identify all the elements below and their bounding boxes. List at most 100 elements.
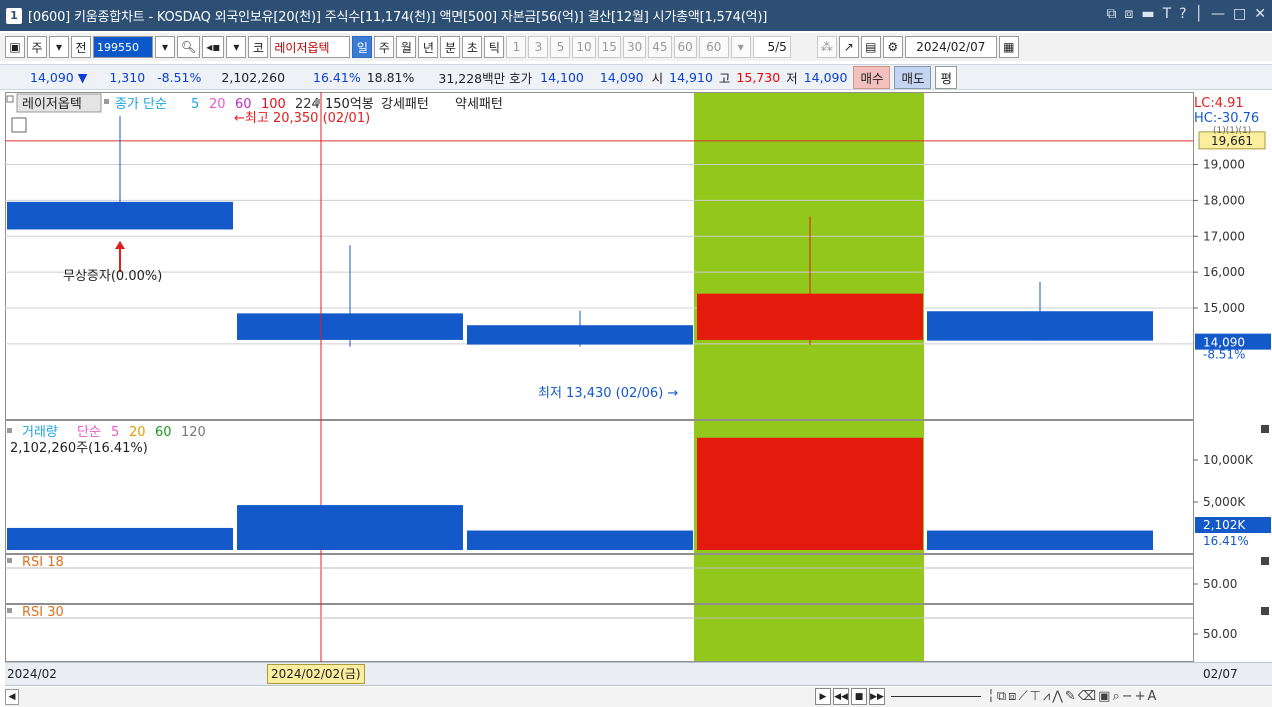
gear-icon[interactable]: ⚙ xyxy=(882,36,903,58)
interval-30-button[interactable]: 30 xyxy=(622,36,647,58)
search-icon[interactable]: 🔍︎ xyxy=(177,36,201,58)
zoom-icon[interactable]: ⌕ xyxy=(1112,689,1119,704)
minimize-icon[interactable]: — xyxy=(1211,6,1225,22)
high-price: 15,730 xyxy=(736,69,781,85)
price-tick-label: 19,000 xyxy=(1203,158,1245,172)
zoom-slider[interactable] xyxy=(891,696,981,697)
period-second-button[interactable]: 초 xyxy=(462,36,483,58)
rsi-tick-label: 50.00 xyxy=(1203,627,1237,641)
date-axis: 2024/02 2024/02/02(금) 02/07 xyxy=(5,662,1272,686)
indicator-bullet xyxy=(7,608,12,613)
volume-label: 거래량 xyxy=(22,425,58,440)
period-day-button[interactable]: 일 xyxy=(352,36,373,58)
line-tool-icon[interactable]: ⟋ xyxy=(1018,689,1027,704)
restore-icon[interactable]: ⧉ xyxy=(1106,6,1116,22)
candle-body xyxy=(467,325,693,345)
font-icon[interactable]: T xyxy=(1163,6,1172,22)
calendar-icon[interactable]: ▦ xyxy=(998,36,1019,58)
period-minute-button[interactable]: 분 xyxy=(440,36,461,58)
interval-15-button[interactable]: 15 xyxy=(597,36,621,58)
period-year-button[interactable]: 년 xyxy=(418,36,439,58)
market-select[interactable]: 주 xyxy=(27,36,47,58)
buy-button[interactable]: 매수 xyxy=(853,65,891,89)
scroll-left-icon[interactable]: ◀ xyxy=(5,689,19,705)
separator: │ xyxy=(1194,6,1204,22)
fast-forward-icon[interactable]: ▶▶ xyxy=(869,688,885,705)
compare-icon[interactable]: ⁂ xyxy=(816,36,837,58)
window-split-icon[interactable]: ⧉ xyxy=(997,689,1006,704)
speaker-icon[interactable]: ◂▪ xyxy=(202,36,225,58)
evaluate-button[interactable]: 평 xyxy=(935,65,957,89)
eraser-icon[interactable]: ⌫ xyxy=(1078,689,1096,704)
interval-5-button[interactable]: 5 xyxy=(550,36,571,58)
more-dropdown-icon[interactable]: ▾ xyxy=(226,36,247,58)
date-input[interactable]: 2024/02/07 xyxy=(904,36,997,58)
volume-value-label: 2,102,260주(16.41%) xyxy=(10,441,148,456)
interval-1-button[interactable]: 1 xyxy=(506,36,527,58)
layout-icon[interactable]: ▣ xyxy=(5,36,25,58)
volume-ma-period: 60 xyxy=(155,425,172,440)
bid-price: 14,090 xyxy=(599,69,644,85)
chart-area[interactable]: 19,000 18,000 17,000 16,000 15,000 19,661 레이저옵… xyxy=(5,92,1272,662)
interval-3-button[interactable]: 3 xyxy=(528,36,549,58)
page-indicator[interactable]: 5/5 xyxy=(752,36,791,58)
tile-icon[interactable]: ⧈ xyxy=(1124,6,1133,22)
chevron-down-icon[interactable]: ▾ xyxy=(49,36,69,58)
help-icon[interactable]: ? xyxy=(1179,6,1186,22)
window-copy-icon[interactable]: ⧈ xyxy=(1008,689,1016,704)
indicator-bullet xyxy=(7,558,12,563)
candle-body xyxy=(237,313,463,340)
volume: 2,102,260 xyxy=(221,69,286,85)
candle-body xyxy=(7,201,233,230)
interval-45-button[interactable]: 45 xyxy=(648,36,672,58)
market-kosdaq-badge: 코 xyxy=(248,36,269,58)
interval-60-button[interactable]: 60 xyxy=(673,36,697,58)
chart-svg[interactable]: 19,00018,00017,00016,00015,00019,661레이저옵… xyxy=(5,92,1272,662)
prev-button[interactable]: 전 xyxy=(71,36,91,58)
close-icon[interactable]: ✕ xyxy=(1254,6,1266,22)
pin-icon[interactable]: ▬ xyxy=(1141,6,1154,22)
image-save-icon[interactable]: ▣ xyxy=(1098,689,1110,704)
panel-collapse-icon xyxy=(1261,425,1269,433)
indicator-bullet xyxy=(7,428,12,433)
period-week-button[interactable]: 주 xyxy=(374,36,395,58)
code-dropdown-icon[interactable]: ▾ xyxy=(155,36,175,58)
current-pct-label: -8.51% xyxy=(1203,348,1245,362)
chart-scrollbar[interactable]: ◀ ▶ ◀◀ ■ ▶▶ ╎ ⧉ ⧈ ⟋ ⊤ ⩘ ⋀ ✎ ⌫ ▣ ⌕ − + A xyxy=(5,687,1272,707)
interval-10-button[interactable]: 10 xyxy=(572,36,596,58)
period-month-button[interactable]: 월 xyxy=(396,36,417,58)
lc-label: LC:4.91 xyxy=(1194,96,1244,111)
zigzag-tool-icon[interactable]: ⩘ xyxy=(1043,689,1050,704)
volume-bar xyxy=(927,530,1153,550)
extra-indicator-label: 150억봉 xyxy=(325,97,374,112)
ma-label: 종가 단순 xyxy=(115,97,167,112)
ma-period-label: 100 xyxy=(261,97,286,112)
zoom-in-icon[interactable]: + xyxy=(1135,689,1146,704)
text-tool-icon[interactable]: A xyxy=(1148,689,1157,704)
stock-name[interactable]: 레이저옵텍 xyxy=(270,36,351,58)
event-annotation: 무상증자(0.00%) xyxy=(63,269,162,284)
rewind-icon[interactable]: ◀◀ xyxy=(833,688,849,705)
volume-bar xyxy=(237,505,463,550)
pencil-icon[interactable]: ✎ xyxy=(1065,689,1076,704)
zoom-out-icon[interactable]: − xyxy=(1122,689,1133,704)
turnover: 18.81% xyxy=(366,69,415,85)
interval-dropdown-icon[interactable]: ▾ xyxy=(730,36,751,58)
trend-tool-icon[interactable]: ⊤ xyxy=(1030,689,1041,704)
stop-icon[interactable]: ■ xyxy=(851,688,867,705)
crosshair-icon[interactable]: ╎ xyxy=(987,689,995,704)
interval-select[interactable]: 60 xyxy=(698,36,729,58)
trade-amount: 31,228백만 xyxy=(438,70,506,86)
high-annotation: ←최고 20,350 (02/01) xyxy=(234,111,370,126)
date-axis-end: 02/07 xyxy=(1203,667,1238,681)
save-icon[interactable]: ▤ xyxy=(860,36,881,58)
maximize-icon[interactable]: □ xyxy=(1233,6,1246,22)
current-volume-label: 2,102K xyxy=(1203,518,1246,532)
sell-button[interactable]: 매도 xyxy=(894,65,932,89)
play-icon[interactable]: ▶ xyxy=(815,688,831,705)
cursor-date-label: 2024/02/02(금) xyxy=(267,664,365,684)
wave-tool-icon[interactable]: ⋀ xyxy=(1052,689,1063,704)
draw-icon[interactable]: ↗ xyxy=(838,36,859,58)
period-tick-button[interactable]: 틱 xyxy=(484,36,505,58)
stock-code-input[interactable]: 199550 xyxy=(93,36,153,58)
